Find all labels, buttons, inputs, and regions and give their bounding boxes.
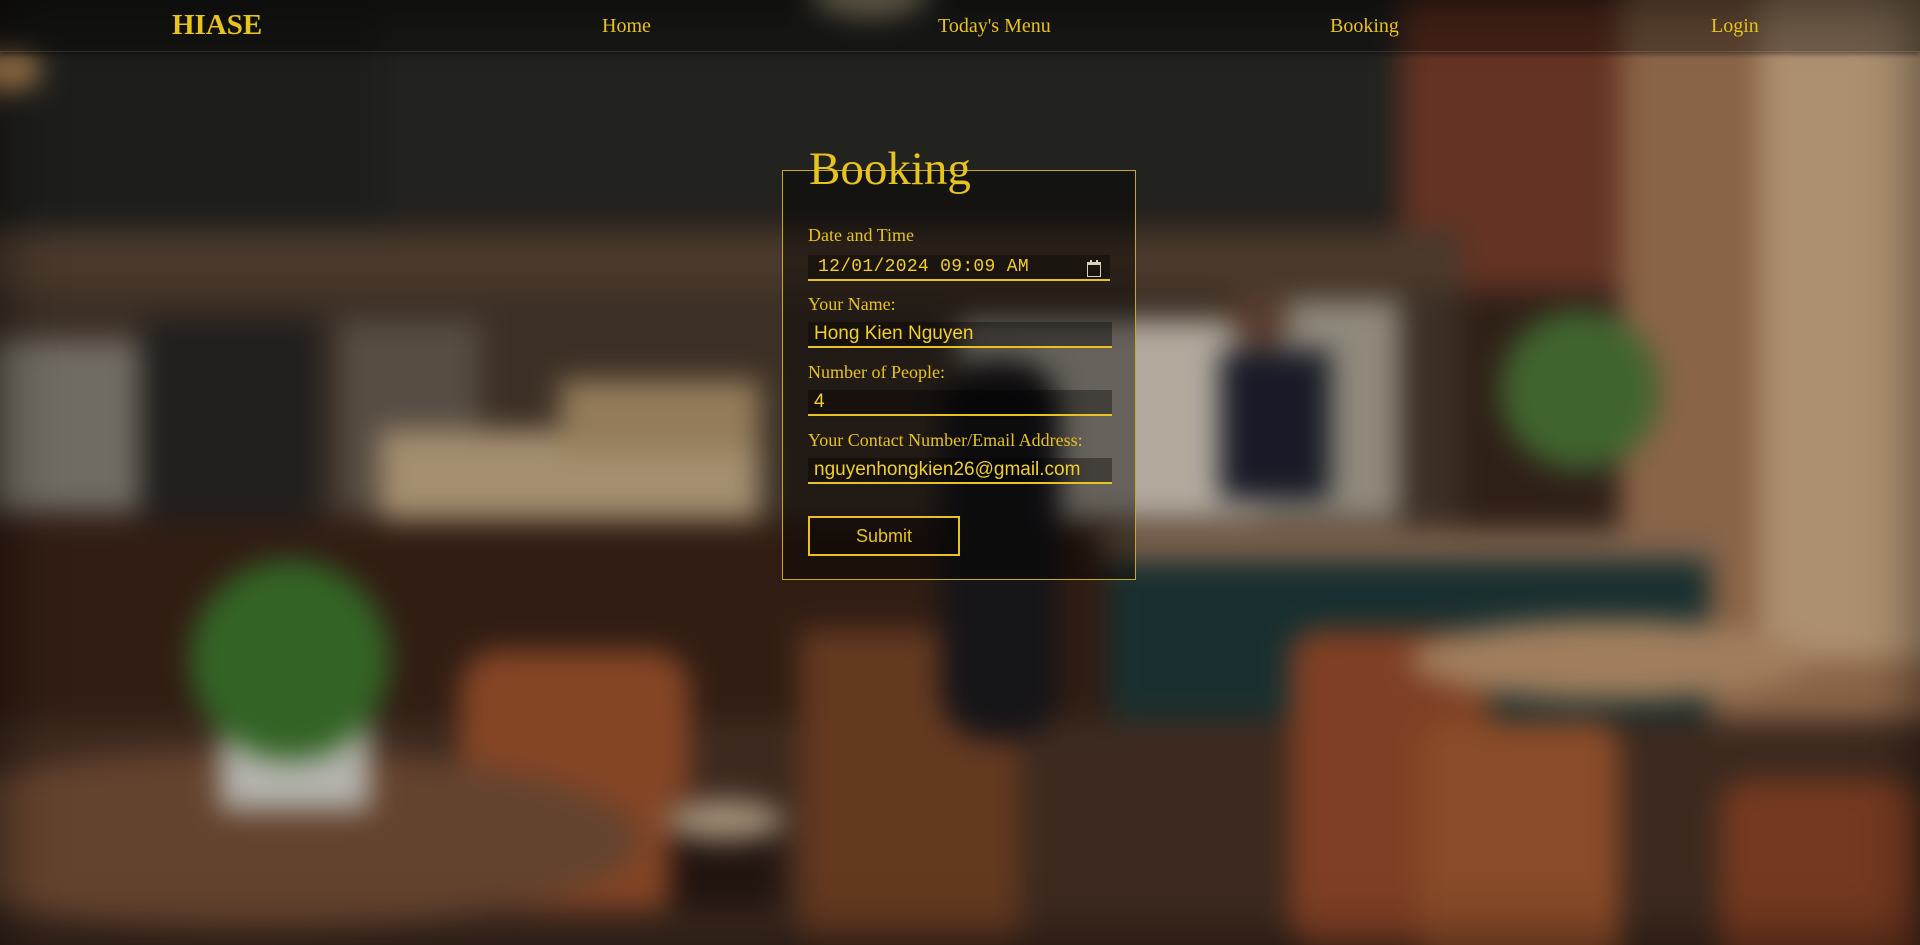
datetime-input[interactable]: 12/01/2024 09:09 AM <box>808 255 1110 281</box>
booking-title: Booking <box>809 143 971 195</box>
contact-label: Your Contact Number/Email Address: <box>808 430 1083 450</box>
nav-link-booking[interactable]: Booking <box>1330 16 1399 36</box>
brand-logo-link[interactable]: HIASE <box>172 11 262 40</box>
people-label: Number of People: <box>808 362 945 382</box>
datetime-value: 12/01/2024 09:09 AM <box>818 257 1029 277</box>
nav-link-todays-menu[interactable]: Today's Menu <box>938 16 1051 36</box>
datetime-label: Date and Time <box>808 225 914 245</box>
top-navbar: HIASE Home Today's Menu Booking Login <box>0 0 1920 52</box>
calendar-icon[interactable] <box>1086 259 1102 277</box>
name-input[interactable] <box>808 322 1112 348</box>
booking-form: Booking Date and Time 12/01/2024 09:09 A… <box>782 146 1136 580</box>
name-label: Your Name: <box>808 294 896 314</box>
people-input[interactable] <box>808 390 1112 416</box>
submit-button[interactable]: Submit <box>808 516 960 556</box>
contact-input[interactable] <box>808 458 1112 484</box>
nav-link-home[interactable]: Home <box>602 16 651 36</box>
nav-link-login[interactable]: Login <box>1711 16 1759 36</box>
